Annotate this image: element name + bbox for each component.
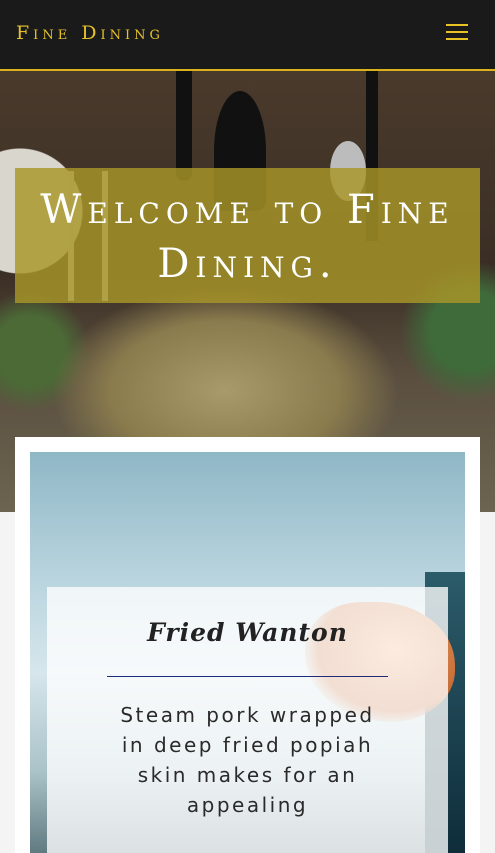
knife-decor bbox=[176, 71, 192, 181]
hamburger-menu-icon[interactable] bbox=[444, 22, 474, 44]
hamburger-bar bbox=[446, 31, 468, 33]
hamburger-bar bbox=[446, 38, 468, 40]
dish-description: Steam pork wrapped in deep fried popiah … bbox=[120, 703, 375, 817]
top-navbar: Fine Dining bbox=[0, 0, 495, 71]
hamburger-bar bbox=[446, 24, 468, 26]
dish-title: Fried Wanton bbox=[147, 618, 348, 647]
hero-title: Welcome to Fine Dining. bbox=[40, 187, 455, 287]
title-divider bbox=[107, 676, 388, 677]
brand-logo[interactable]: Fine Dining bbox=[16, 22, 164, 44]
